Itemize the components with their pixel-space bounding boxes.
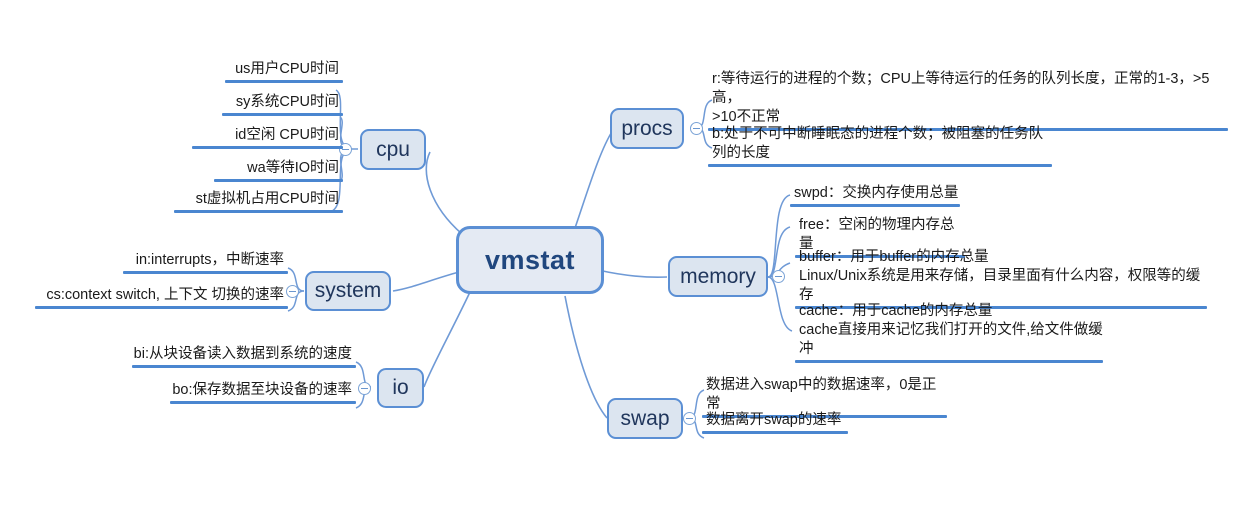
branch-label-cpu: cpu (376, 137, 410, 161)
leaf-cpu-4-text: st虚拟机占用CPU时间 (195, 191, 339, 207)
leaf-underline (222, 113, 343, 116)
leaf-cpu-2-text: id空闲 CPU时间 (235, 127, 339, 143)
leaf-io-1[interactable]: bo:保存数据至块设备的速率 (170, 381, 356, 404)
leaf-io-0[interactable]: bi:从块设备读入数据到系统的速度 (132, 345, 356, 368)
leaf-memory-0-text: swpd：交换内存使用总量 (794, 185, 959, 201)
leaf-memory-2[interactable]: buffer：用于buffer的内存总量 Linux/Unix系统是用来存储，目… (795, 248, 1207, 309)
branch-label-system: system (314, 279, 382, 302)
branch-node-io[interactable]: io (377, 368, 424, 408)
collapse-toggle-swap[interactable] (683, 412, 696, 425)
branch-node-swap[interactable]: swap (607, 398, 683, 439)
leaf-cpu-1[interactable]: sy系统CPU时间 (222, 93, 343, 116)
leaf-system-0[interactable]: in:interrupts，中断速率 (123, 251, 288, 274)
leaf-io-0-text: bi:从块设备读入数据到系统的速度 (133, 346, 352, 362)
leaf-memory-3[interactable]: cache：用于cache的内存总量 cache直接用来记忆我们打开的文件,给文… (795, 302, 1103, 363)
leaf-procs-0[interactable]: r:等待运行的进程的个数；CPU上等待运行的任务的队列长度，正常的1-3，>5高… (708, 70, 1228, 131)
leaf-swap-0-text: 数据进入swap中的数据速率，0是正常 (706, 377, 937, 412)
leaf-underline (35, 306, 288, 309)
mindmap-canvas: vmstat cpu us用户CPU时间 sy系统CPU时间 id空闲 CPU时… (0, 0, 1241, 514)
leaf-swap-1[interactable]: 数据离开swap的速率 (702, 411, 848, 434)
root-node-vmstat[interactable]: vmstat (456, 226, 604, 294)
leaf-memory-2-text: buffer：用于buffer的内存总量 Linux/Unix系统是用来存储，目… (799, 249, 1201, 303)
leaf-procs-0-text: r:等待运行的进程的个数；CPU上等待运行的任务的队列长度，正常的1-3，>5高… (712, 71, 1210, 125)
branch-label-swap: swap (620, 406, 670, 430)
leaf-cpu-0[interactable]: us用户CPU时间 (225, 60, 343, 83)
leaf-system-1[interactable]: cs:context switch, 上下文 切换的速率 (35, 286, 288, 309)
collapse-toggle-io[interactable] (358, 382, 371, 395)
leaf-underline (790, 204, 960, 207)
leaf-underline (214, 179, 343, 182)
leaf-memory-3-text: cache：用于cache的内存总量 cache直接用来记忆我们打开的文件,给文… (799, 303, 1103, 357)
branch-node-system[interactable]: system (305, 271, 391, 311)
branch-node-cpu[interactable]: cpu (360, 129, 426, 170)
branch-label-memory: memory (680, 264, 756, 288)
branch-label-io: io (392, 376, 409, 399)
root-node-label: vmstat (484, 244, 576, 275)
leaf-system-1-text: cs:context switch, 上下文 切换的速率 (46, 287, 284, 303)
leaf-underline (174, 210, 343, 213)
leaf-swap-1-text: 数据离开swap的速率 (706, 412, 842, 428)
leaf-underline (170, 401, 356, 404)
leaf-io-1-text: bo:保存数据至块设备的速率 (172, 382, 352, 398)
leaf-underline (708, 164, 1052, 167)
leaf-procs-1[interactable]: b:处于不可中断睡眠态的进程个数；被阻塞的任务队列的长度 (708, 125, 1052, 167)
collapse-toggle-procs[interactable] (690, 122, 703, 135)
leaf-underline (132, 365, 356, 368)
leaf-underline (123, 271, 288, 274)
collapse-toggle-memory[interactable] (772, 270, 785, 283)
branch-node-procs[interactable]: procs (610, 108, 684, 149)
leaf-procs-1-text: b:处于不可中断睡眠态的进程个数；被阻塞的任务队列的长度 (712, 126, 1044, 161)
leaf-cpu-0-text: us用户CPU时间 (235, 61, 339, 77)
branch-node-memory[interactable]: memory (668, 256, 768, 297)
leaf-cpu-2[interactable]: id空闲 CPU时间 (192, 126, 343, 149)
leaf-cpu-3[interactable]: wa等待IO时间 (214, 159, 343, 182)
leaf-cpu-3-text: wa等待IO时间 (247, 160, 339, 176)
leaf-underline (225, 80, 343, 83)
leaf-underline (702, 431, 848, 434)
leaf-underline (192, 146, 343, 149)
leaf-system-0-text: in:interrupts，中断速率 (135, 252, 284, 268)
leaf-memory-0[interactable]: swpd：交换内存使用总量 (790, 184, 960, 207)
leaf-cpu-1-text: sy系统CPU时间 (235, 94, 339, 110)
leaf-cpu-4[interactable]: st虚拟机占用CPU时间 (174, 190, 343, 213)
leaf-underline (795, 360, 1103, 363)
branch-label-procs: procs (621, 116, 673, 140)
